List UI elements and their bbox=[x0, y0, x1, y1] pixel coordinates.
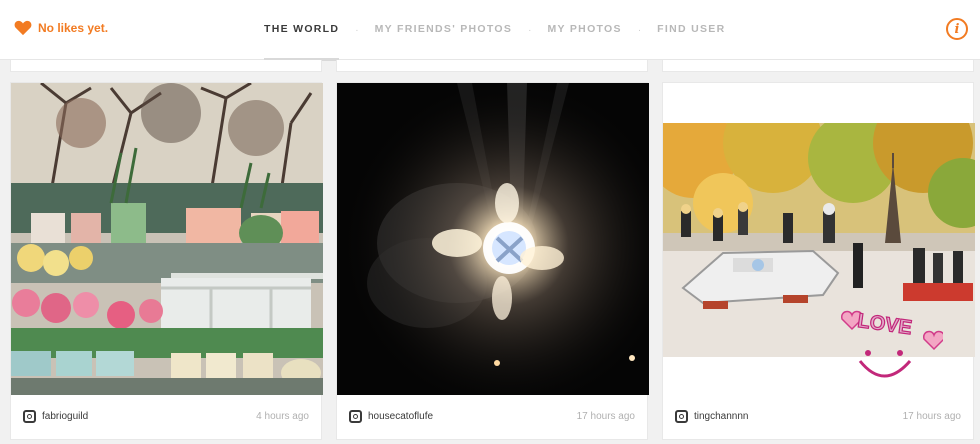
photo-card-stub bbox=[10, 60, 322, 72]
username[interactable]: fabrioguild bbox=[42, 411, 88, 422]
user-info[interactable]: fabrioguild bbox=[23, 409, 88, 423]
photo-card-stub bbox=[336, 60, 648, 72]
nav-separator: · bbox=[637, 24, 642, 36]
nav-separator: · bbox=[528, 24, 532, 36]
main-nav: THE WORLD · MY FRIENDS' PHOTOS · MY PHOT… bbox=[258, 0, 731, 61]
likes-status[interactable]: No likes yet. bbox=[14, 18, 108, 38]
photo-card[interactable]: housecatoflufe 17 hours ago bbox=[336, 82, 649, 440]
photo-image[interactable] bbox=[11, 83, 323, 395]
heart-icon bbox=[14, 20, 32, 36]
instagram-icon bbox=[349, 409, 362, 423]
photo-image[interactable] bbox=[337, 83, 649, 395]
love-sticker: LOVE bbox=[841, 309, 943, 378]
tab-find-user[interactable]: FIND USER bbox=[651, 0, 731, 60]
timestamp: 17 hours ago bbox=[576, 410, 635, 422]
instagram-icon bbox=[23, 409, 36, 423]
nav-separator: · bbox=[355, 24, 359, 36]
likes-label: No likes yet. bbox=[38, 21, 109, 35]
timestamp: 4 hours ago bbox=[256, 410, 309, 422]
user-info[interactable]: housecatoflufe bbox=[349, 409, 433, 423]
username[interactable]: tingchannnn bbox=[694, 411, 749, 422]
love-text: LOVE bbox=[856, 310, 913, 339]
photo-footer: fabrioguild 4 hours ago bbox=[23, 409, 309, 423]
photo-card[interactable]: fabrioguild 4 hours ago bbox=[10, 82, 323, 440]
info-icon[interactable]: i bbox=[946, 18, 968, 40]
photo-footer: tingchannnn 17 hours ago bbox=[675, 409, 961, 423]
tab-my-friends-photos[interactable]: MY FRIENDS' PHOTOS bbox=[369, 0, 519, 60]
user-info[interactable]: tingchannnn bbox=[675, 409, 749, 423]
photo-card-stub bbox=[662, 60, 974, 72]
instagram-icon bbox=[675, 409, 688, 423]
photo-card[interactable]: LOVE tingchannnn 17 hours ago bbox=[662, 82, 975, 440]
tab-my-photos[interactable]: MY PHOTOS bbox=[542, 0, 628, 60]
username[interactable]: housecatoflufe bbox=[368, 411, 433, 422]
photo-footer: housecatoflufe 17 hours ago bbox=[349, 409, 635, 423]
tab-the-world[interactable]: THE WORLD bbox=[258, 0, 345, 61]
top-bar: No likes yet. THE WORLD · MY FRIENDS' PH… bbox=[0, 0, 980, 61]
timestamp: 17 hours ago bbox=[902, 410, 961, 422]
